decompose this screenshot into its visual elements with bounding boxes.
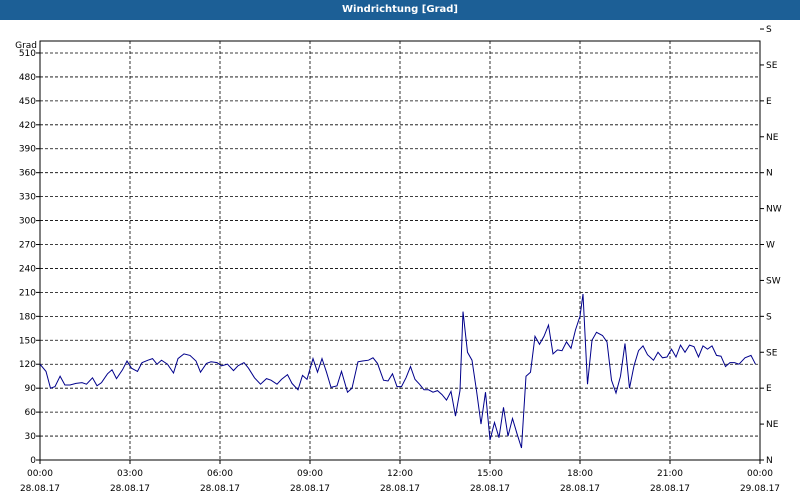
x-tick-date: 28.08.17: [650, 484, 690, 494]
y-tick-label: 60: [25, 408, 37, 418]
chart-title-bar: Windrichtung [Grad]: [0, 0, 800, 20]
y-tick-label: 210: [19, 288, 36, 298]
y-tick-label: 0: [30, 456, 36, 466]
x-tick-date: 29.08.17: [740, 484, 780, 494]
y-tick-label: 180: [19, 312, 36, 322]
y2-axis-ticks: N NE E SE S SW W NW N NE E SE S: [760, 25, 782, 466]
y-tick-label: 360: [19, 169, 36, 179]
x-tick-time: 00:00: [27, 469, 53, 479]
x-tick-time: 18:00: [567, 469, 593, 479]
y2-tick-label: NE: [766, 420, 779, 430]
chart-area: 0 30 60 90 120 150 180 210 240 270 300 330 360 390 420…: [15, 25, 782, 494]
y2-tick-label: N: [766, 169, 773, 179]
y-tick-label: 420: [19, 121, 36, 131]
y-axis-ticks: 0 30 60 90 120 150 180 210 240 270 300 330 360 390 420…: [19, 49, 40, 466]
y-tick-label: 270: [19, 241, 36, 251]
y2-tick-label: SE: [766, 61, 778, 71]
y-axis-label: Grad: [15, 41, 37, 51]
x-tick-time: 12:00: [387, 469, 413, 479]
series: [39, 293, 756, 449]
y-tick-label: 150: [19, 336, 36, 346]
y-tick-label: 450: [19, 97, 36, 107]
y-tick-label: 390: [19, 145, 36, 155]
y2-tick-label: E: [766, 97, 772, 107]
x-tick-time: 21:00: [657, 469, 683, 479]
x-tick-date: 28.08.17: [110, 484, 150, 494]
x-tick-date: 28.08.17: [200, 484, 240, 494]
x-tick-time: 15:00: [477, 469, 503, 479]
grid: [40, 41, 760, 460]
y2-tick-label: NE: [766, 133, 779, 143]
series-line: [39, 293, 756, 449]
y2-tick-label: S: [766, 312, 772, 322]
y2-tick-label: E: [766, 384, 772, 394]
y2-tick-label: SE: [766, 348, 778, 358]
y-tick-label: 480: [19, 73, 36, 83]
x-tick-date: 28.08.17: [470, 484, 510, 494]
y-tick-label: 90: [25, 384, 37, 394]
x-tick-time: 03:00: [117, 469, 143, 479]
x-tick-time: 09:00: [297, 469, 323, 479]
x-tick-date: 28.08.17: [560, 484, 600, 494]
y-tick-label: 330: [19, 193, 36, 203]
x-tick-date: 28.08.17: [20, 484, 60, 494]
y-tick-label: 120: [19, 360, 36, 370]
y2-tick-label: SW: [766, 276, 781, 286]
y-tick-label: 240: [19, 264, 36, 274]
x-axis-ticks: 00:00 28.08.17 03:00 28.08.17 06:00 28.08.17 0…: [20, 460, 780, 494]
chart-title: Windrichtung [Grad]: [342, 4, 458, 15]
y2-tick-label: NW: [766, 205, 782, 215]
y-tick-label: 300: [19, 217, 36, 227]
x-tick-time: 00:00: [747, 469, 773, 479]
y-tick-label: 30: [25, 432, 37, 442]
x-tick-time: 06:00: [207, 469, 233, 479]
y2-tick-label: N: [766, 456, 773, 466]
x-tick-date: 28.08.17: [290, 484, 330, 494]
y2-tick-label: W: [766, 241, 775, 251]
y2-tick-label: S: [766, 25, 772, 35]
x-tick-date: 28.08.17: [380, 484, 420, 494]
